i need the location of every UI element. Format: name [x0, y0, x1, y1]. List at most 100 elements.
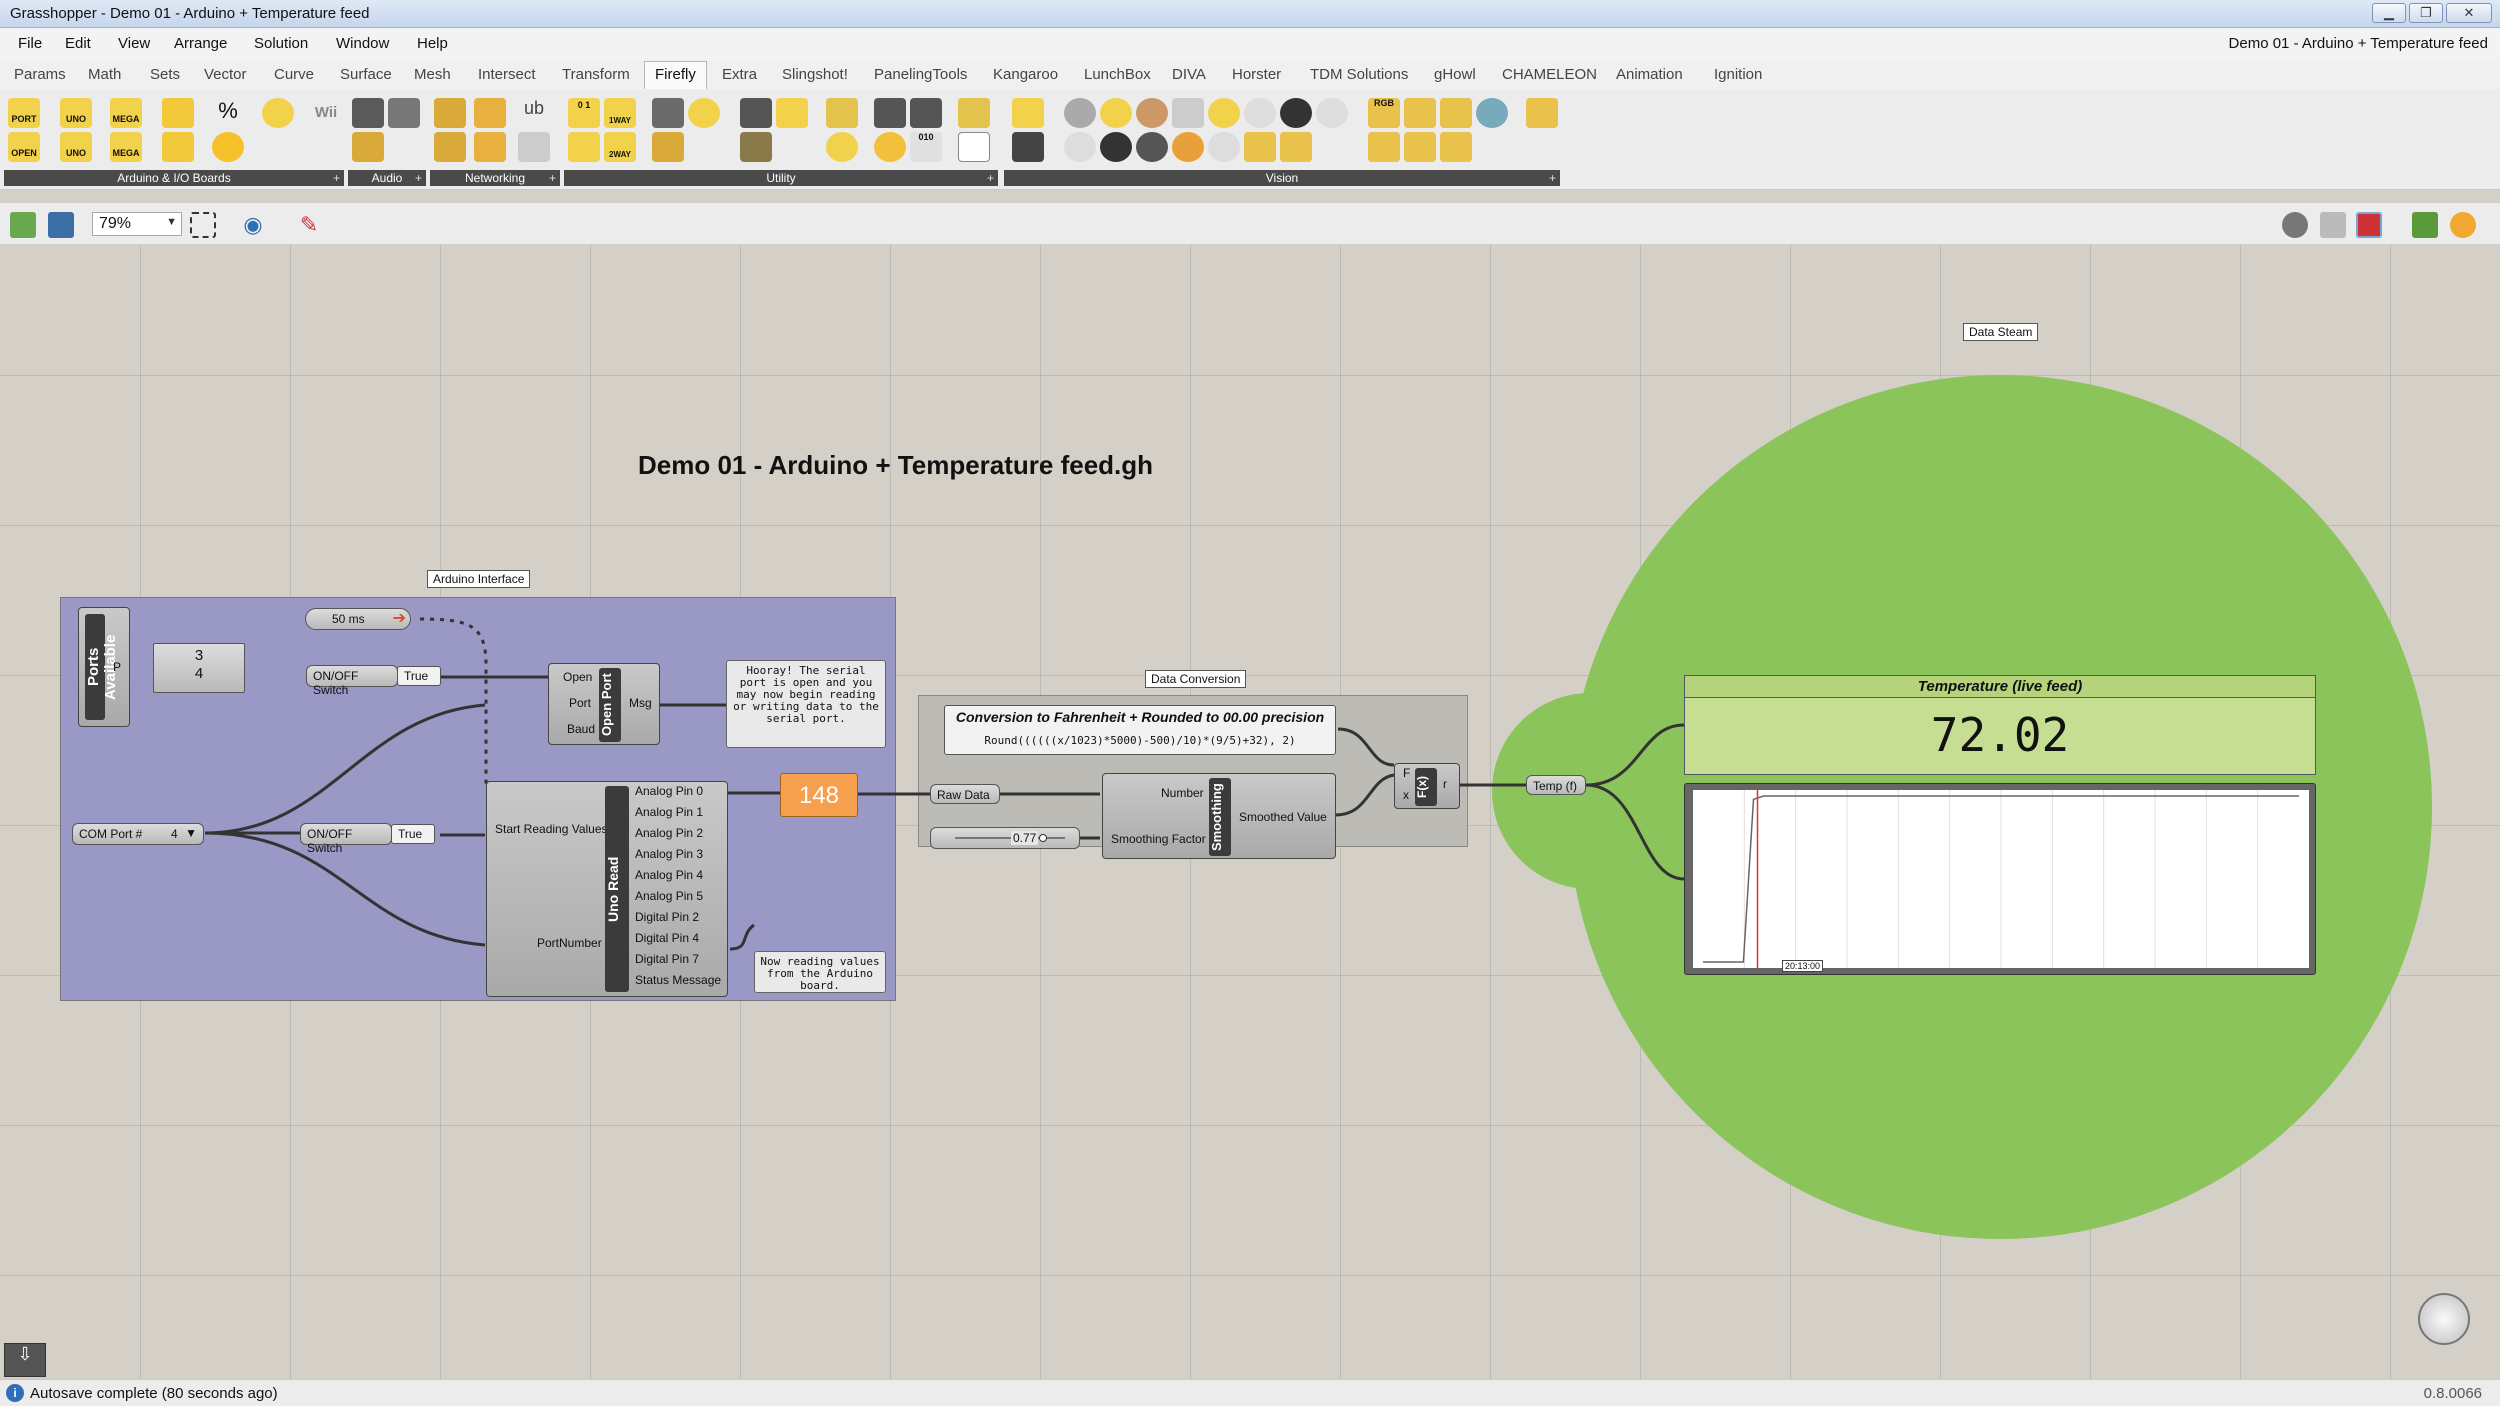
- tab-chameleon[interactable]: CHAMELEON: [1502, 66, 1597, 83]
- menu-view[interactable]: View: [118, 35, 150, 52]
- timer-icon[interactable]: [826, 132, 858, 162]
- restore-button[interactable]: ❐: [2409, 3, 2443, 23]
- bake-icon[interactable]: [2412, 212, 2438, 238]
- open-port-message-panel[interactable]: Hooray! The serial port is open and you …: [726, 660, 886, 748]
- switch-open-component[interactable]: ON/OFF Switch: [306, 665, 398, 697]
- motion-icon[interactable]: [1280, 98, 1312, 128]
- grasshopper-canvas[interactable]: Demo 01 - Arduino + Temperature feed.gh …: [0, 245, 2500, 1379]
- temperature-chart-frame[interactable]: 20:13:00: [1684, 783, 2316, 975]
- invert-icon[interactable]: [1208, 132, 1240, 162]
- counter-icon[interactable]: 0 1: [568, 98, 600, 128]
- udp-sender-icon[interactable]: [434, 132, 466, 162]
- mega-write-icon[interactable]: MEGA: [110, 98, 142, 128]
- blob-icon[interactable]: [1280, 132, 1312, 162]
- download-icon[interactable]: ⇩: [4, 1343, 46, 1377]
- tab-horster[interactable]: Horster: [1232, 66, 1281, 83]
- smoothing-slider[interactable]: 0.77: [930, 827, 1080, 849]
- move-icon[interactable]: [910, 98, 942, 128]
- udp-listener-icon[interactable]: [434, 98, 466, 128]
- display-icon[interactable]: [2450, 212, 2476, 238]
- tab-diva[interactable]: DIVA: [1172, 66, 1206, 83]
- raw-data-param[interactable]: Raw Data: [930, 784, 1000, 804]
- camera-icon[interactable]: [1064, 98, 1096, 128]
- binary-icon[interactable]: 010: [910, 132, 942, 162]
- face-icon[interactable]: [1368, 132, 1400, 162]
- tab-kangaroo[interactable]: Kangaroo: [993, 66, 1058, 83]
- tab-ignition[interactable]: Ignition: [1714, 66, 1762, 83]
- tab-sets[interactable]: Sets: [150, 66, 180, 83]
- switch-read-component[interactable]: ON/OFF Switch: [300, 823, 392, 855]
- oneway-icon[interactable]: 1WAY: [604, 98, 636, 128]
- tab-intersect[interactable]: Intersect: [478, 66, 536, 83]
- raw-value-panel[interactable]: 148: [780, 773, 858, 817]
- question-icon[interactable]: [1244, 98, 1276, 128]
- switch-read-value[interactable]: True: [391, 824, 435, 844]
- zoom-extents-icon[interactable]: [190, 212, 216, 238]
- menu-arrange[interactable]: Arrange: [174, 35, 227, 52]
- tab-transform[interactable]: Transform: [562, 66, 630, 83]
- percent-icon[interactable]: %: [212, 98, 244, 128]
- tab-vector[interactable]: Vector: [204, 66, 247, 83]
- grid-icon[interactable]: [874, 98, 906, 128]
- tab-tdm-solutions[interactable]: TDM Solutions: [1310, 66, 1408, 83]
- smoothing-component[interactable]: Number Smoothing Factor Smoothing Smooth…: [1102, 773, 1336, 859]
- menu-solution[interactable]: Solution: [254, 35, 308, 52]
- save-icon[interactable]: [48, 212, 74, 238]
- gear-icon[interactable]: [874, 132, 906, 162]
- eye-icon[interactable]: ◉: [240, 212, 266, 238]
- menu-file[interactable]: File: [18, 35, 42, 52]
- twoway-icon[interactable]: 2WAY: [604, 132, 636, 162]
- tab-curve[interactable]: Curve: [274, 66, 314, 83]
- osc-icon[interactable]: [474, 132, 506, 162]
- sun-icon[interactable]: [212, 132, 244, 162]
- menu-window[interactable]: Window: [336, 35, 389, 52]
- com-port-component[interactable]: COM Port # 4 ▼: [72, 823, 204, 845]
- preview-shaded-icon[interactable]: [2282, 212, 2308, 238]
- rgb-icon[interactable]: RGB: [1368, 98, 1400, 128]
- clapper-icon[interactable]: [826, 98, 858, 128]
- depth-icon[interactable]: [1440, 132, 1472, 162]
- rgb-circles-icon[interactable]: [1476, 98, 1508, 128]
- temp-param[interactable]: Temp (f): [1526, 775, 1586, 795]
- menu-edit[interactable]: Edit: [65, 35, 91, 52]
- expression-panel[interactable]: Conversion to Fahrenheit + Rounded to 00…: [944, 705, 1336, 755]
- play-icon[interactable]: [688, 98, 720, 128]
- uno-read-component[interactable]: Start Reading Values PortNumber Uno Read…: [486, 781, 728, 997]
- tab-animation[interactable]: Animation: [1616, 66, 1683, 83]
- timer-component[interactable]: 50 ms ➔: [305, 608, 411, 630]
- wave-icon[interactable]: [776, 98, 808, 128]
- port-icon[interactable]: PORT: [8, 98, 40, 128]
- color-icon[interactable]: [1100, 98, 1132, 128]
- fx-component[interactable]: F x F(x) r: [1394, 763, 1460, 809]
- frame-icon[interactable]: [1172, 98, 1204, 128]
- tab-firefly[interactable]: Firefly: [644, 61, 707, 89]
- data-log-icon[interactable]: [652, 98, 684, 128]
- microphone-icon[interactable]: [352, 132, 384, 162]
- contrast-icon[interactable]: [1136, 132, 1168, 162]
- lasso-icon[interactable]: [1440, 98, 1472, 128]
- tab-ghowl[interactable]: gHowl: [1434, 66, 1476, 83]
- mega-read-icon[interactable]: MEGA: [110, 132, 142, 162]
- uno-write-icon[interactable]: UNO: [60, 98, 92, 128]
- serial-write-icon[interactable]: [162, 98, 194, 128]
- skeleton-icon[interactable]: [1404, 132, 1436, 162]
- palette-icon[interactable]: [1136, 98, 1168, 128]
- tab-mesh[interactable]: Mesh: [414, 66, 451, 83]
- threshold-icon[interactable]: [1244, 132, 1276, 162]
- box-icon[interactable]: [958, 98, 990, 128]
- tab-math[interactable]: Math: [88, 66, 121, 83]
- open-port-icon[interactable]: OPEN: [8, 132, 40, 162]
- tab-slingshot[interactable]: Slingshot!: [782, 66, 848, 83]
- buffer-icon[interactable]: [652, 132, 684, 162]
- tab-panelingtools[interactable]: PanelingTools: [874, 66, 967, 83]
- wait-icon[interactable]: [568, 132, 600, 162]
- close-button[interactable]: ✕: [2446, 3, 2492, 23]
- brightness-icon[interactable]: [1172, 132, 1204, 162]
- wii-icon[interactable]: Wii: [310, 98, 342, 128]
- tab-params[interactable]: Params: [14, 66, 66, 83]
- tab-surface[interactable]: Surface: [340, 66, 392, 83]
- firmata-icon[interactable]: [262, 98, 294, 128]
- brush-icon[interactable]: [1012, 98, 1044, 128]
- file-icon[interactable]: [958, 132, 990, 162]
- minimize-button[interactable]: ▁: [2372, 3, 2406, 23]
